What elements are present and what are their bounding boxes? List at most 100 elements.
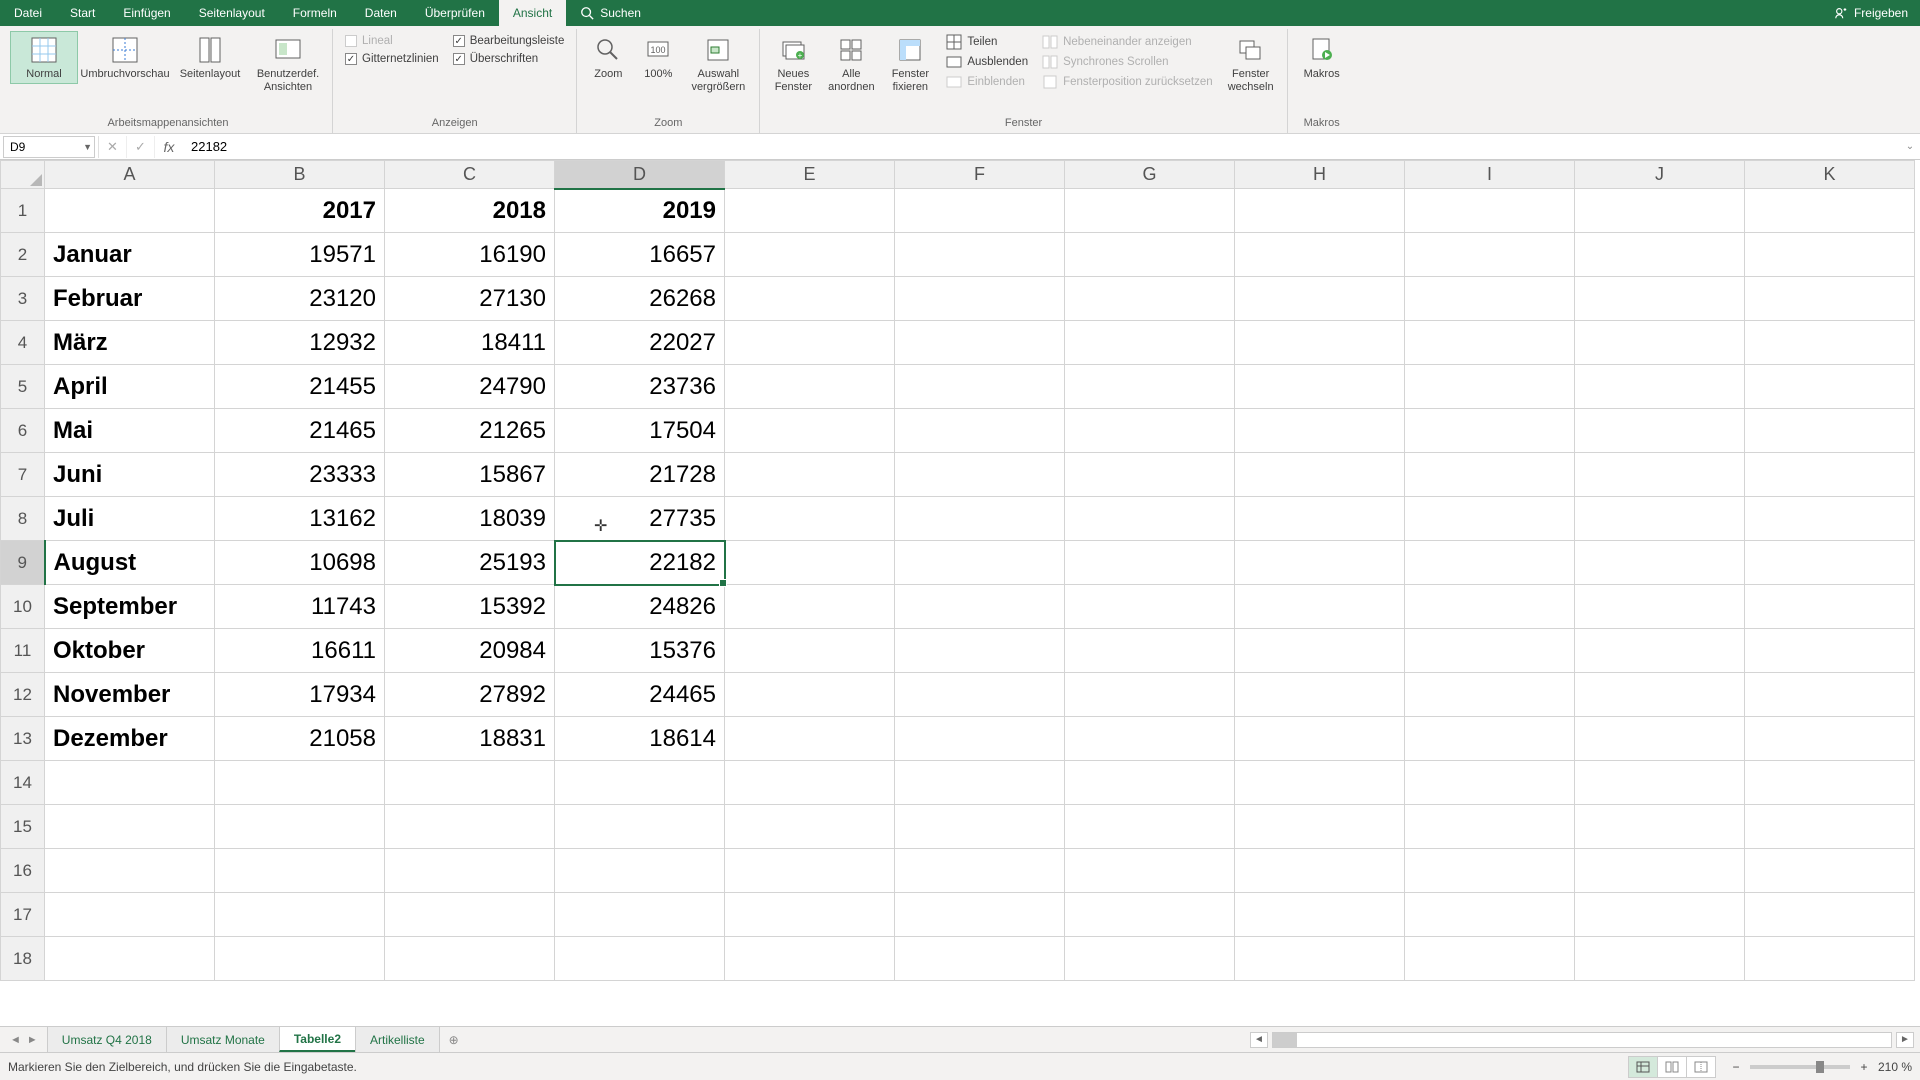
zoom-selection-button[interactable]: Auswahl vergrößern xyxy=(683,31,753,96)
cell-I15[interactable] xyxy=(1405,805,1575,849)
cell-G15[interactable] xyxy=(1065,805,1235,849)
cell-H11[interactable] xyxy=(1235,629,1405,673)
row-header-6[interactable]: 6 xyxy=(1,409,45,453)
name-box[interactable]: D9 ▼ xyxy=(3,136,95,158)
cell-G10[interactable] xyxy=(1065,585,1235,629)
menu-tab-datei[interactable]: Datei xyxy=(0,0,56,26)
cell-C15[interactable] xyxy=(385,805,555,849)
cell-F14[interactable] xyxy=(895,761,1065,805)
cell-A8[interactable]: Juli xyxy=(45,497,215,541)
cell-K15[interactable] xyxy=(1745,805,1915,849)
cell-J2[interactable] xyxy=(1575,233,1745,277)
row-header-9[interactable]: 9 xyxy=(1,541,45,585)
cell-D11[interactable]: 15376 xyxy=(555,629,725,673)
cell-D13[interactable]: 18614 xyxy=(555,717,725,761)
cell-C3[interactable]: 27130 xyxy=(385,277,555,321)
pagelayout-mode-button[interactable] xyxy=(1657,1056,1687,1078)
cell-I1[interactable] xyxy=(1405,189,1575,233)
cell-E15[interactable] xyxy=(725,805,895,849)
cell-J6[interactable] xyxy=(1575,409,1745,453)
cell-J11[interactable] xyxy=(1575,629,1745,673)
cell-E1[interactable] xyxy=(725,189,895,233)
zoom-control[interactable]: − + 210 % xyxy=(1728,1060,1912,1074)
cell-J8[interactable] xyxy=(1575,497,1745,541)
cell-K13[interactable] xyxy=(1745,717,1915,761)
cell-B16[interactable] xyxy=(215,849,385,893)
cell-F12[interactable] xyxy=(895,673,1065,717)
cell-G12[interactable] xyxy=(1065,673,1235,717)
select-all-corner[interactable] xyxy=(1,161,45,189)
cell-I18[interactable] xyxy=(1405,937,1575,981)
cell-J9[interactable] xyxy=(1575,541,1745,585)
tell-me-search[interactable]: Suchen xyxy=(570,6,651,20)
menu-tab-formeln[interactable]: Formeln xyxy=(279,0,351,26)
cell-D14[interactable] xyxy=(555,761,725,805)
scroll-right-button[interactable]: ► xyxy=(1896,1032,1914,1048)
cell-G4[interactable] xyxy=(1065,321,1235,365)
cell-I17[interactable] xyxy=(1405,893,1575,937)
cell-D16[interactable] xyxy=(555,849,725,893)
hide-button[interactable]: Ausblenden xyxy=(944,53,1030,71)
pagelayout-view-button[interactable]: Seitenlayout xyxy=(172,31,248,84)
cell-B2[interactable]: 19571 xyxy=(215,233,385,277)
cell-I6[interactable] xyxy=(1405,409,1575,453)
cell-B15[interactable] xyxy=(215,805,385,849)
switch-windows-button[interactable]: Fenster wechseln xyxy=(1221,31,1281,96)
cell-J12[interactable] xyxy=(1575,673,1745,717)
cell-C11[interactable]: 20984 xyxy=(385,629,555,673)
cell-C12[interactable]: 27892 xyxy=(385,673,555,717)
cell-G13[interactable] xyxy=(1065,717,1235,761)
cell-A18[interactable] xyxy=(45,937,215,981)
cell-B12[interactable]: 17934 xyxy=(215,673,385,717)
scroll-thumb[interactable] xyxy=(1273,1033,1297,1047)
cell-H17[interactable] xyxy=(1235,893,1405,937)
cell-B13[interactable]: 21058 xyxy=(215,717,385,761)
cell-G3[interactable] xyxy=(1065,277,1235,321)
cell-C4[interactable]: 18411 xyxy=(385,321,555,365)
cell-G8[interactable] xyxy=(1065,497,1235,541)
headings-checkbox[interactable]: ✓Überschriften xyxy=(453,53,565,65)
row-header-8[interactable]: 8 xyxy=(1,497,45,541)
cell-I7[interactable] xyxy=(1405,453,1575,497)
cell-B7[interactable]: 23333 xyxy=(215,453,385,497)
cell-A17[interactable] xyxy=(45,893,215,937)
menu-tab-start[interactable]: Start xyxy=(56,0,109,26)
cell-H14[interactable] xyxy=(1235,761,1405,805)
cell-I8[interactable] xyxy=(1405,497,1575,541)
cell-G17[interactable] xyxy=(1065,893,1235,937)
cell-F4[interactable] xyxy=(895,321,1065,365)
gridlines-checkbox[interactable]: ✓Gitternetzlinien xyxy=(345,53,439,65)
cell-G14[interactable] xyxy=(1065,761,1235,805)
cell-K1[interactable] xyxy=(1745,189,1915,233)
cell-I3[interactable] xyxy=(1405,277,1575,321)
row-header-18[interactable]: 18 xyxy=(1,937,45,981)
cell-J7[interactable] xyxy=(1575,453,1745,497)
row-header-3[interactable]: 3 xyxy=(1,277,45,321)
cell-G9[interactable] xyxy=(1065,541,1235,585)
cell-C5[interactable]: 24790 xyxy=(385,365,555,409)
cell-F8[interactable] xyxy=(895,497,1065,541)
cell-E14[interactable] xyxy=(725,761,895,805)
cell-D12[interactable]: 24465 xyxy=(555,673,725,717)
cell-K10[interactable] xyxy=(1745,585,1915,629)
cell-A15[interactable] xyxy=(45,805,215,849)
spreadsheet[interactable]: ABCDEFGHIJK12017201820192Januar195711619… xyxy=(0,160,1920,981)
cell-K3[interactable] xyxy=(1745,277,1915,321)
cell-B9[interactable]: 10698 xyxy=(215,541,385,585)
cell-D18[interactable] xyxy=(555,937,725,981)
freeze-panes-button[interactable]: Fenster fixieren xyxy=(882,31,938,96)
cell-E16[interactable] xyxy=(725,849,895,893)
column-header-A[interactable]: A xyxy=(45,161,215,189)
column-header-K[interactable]: K xyxy=(1745,161,1915,189)
column-header-J[interactable]: J xyxy=(1575,161,1745,189)
cell-E8[interactable] xyxy=(725,497,895,541)
cell-J4[interactable] xyxy=(1575,321,1745,365)
cell-A11[interactable]: Oktober xyxy=(45,629,215,673)
cell-G5[interactable] xyxy=(1065,365,1235,409)
sheet-tab[interactable]: Artikelliste xyxy=(355,1027,440,1052)
cell-C9[interactable]: 25193 xyxy=(385,541,555,585)
cell-F2[interactable] xyxy=(895,233,1065,277)
cell-D5[interactable]: 23736 xyxy=(555,365,725,409)
menu-tab-überprüfen[interactable]: Überprüfen xyxy=(411,0,499,26)
scroll-track[interactable] xyxy=(1272,1032,1892,1048)
